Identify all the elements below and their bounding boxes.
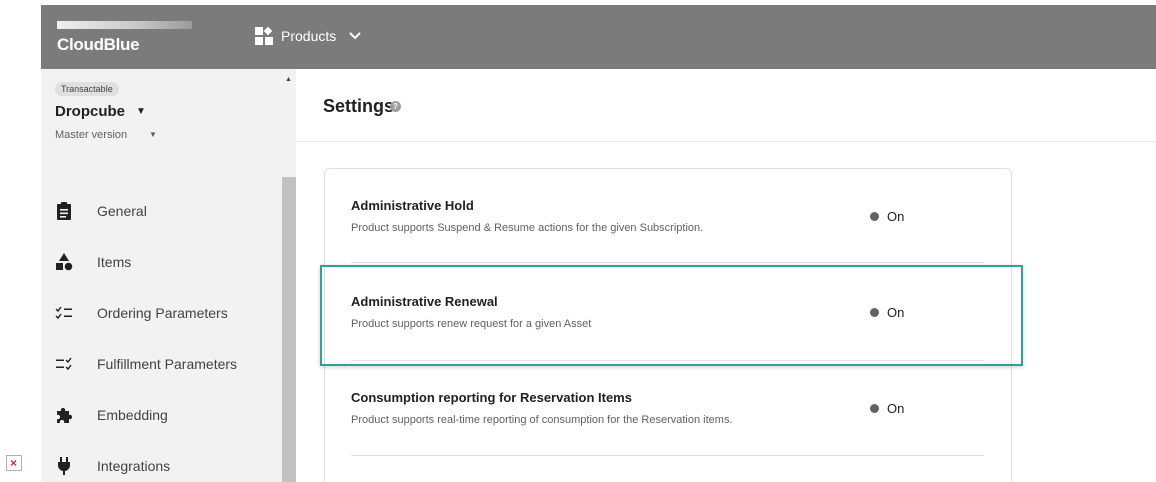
sidebar-item-label: Integrations (97, 458, 171, 474)
version-dropdown-caret-icon[interactable]: ▼ (149, 130, 157, 139)
sidebar-item-integrations[interactable]: Integrations (55, 451, 275, 481)
sidebar-item-general[interactable]: General (55, 196, 275, 226)
checklist-reverse-icon (55, 355, 73, 373)
setting-status-label: On (887, 401, 905, 416)
setting-description: Product supports real-time reporting of … (351, 414, 733, 426)
row-divider (351, 455, 984, 456)
setting-title: Administrative Hold (351, 198, 474, 213)
highlight-box (320, 265, 1023, 366)
sidebar-scrollbar[interactable] (282, 177, 296, 482)
setting-status[interactable]: On (870, 209, 904, 224)
status-dot-icon (870, 404, 879, 413)
puzzle-icon (55, 406, 73, 424)
checklist-icon (55, 304, 73, 322)
sidebar-item-label: Ordering Parameters (97, 305, 228, 321)
setting-status-label: On (887, 209, 905, 224)
sidebar-item-fulfillment-parameters[interactable]: Fulfillment Parameters (55, 349, 275, 379)
top-bar: CloudBlue Products (41, 5, 1156, 69)
page-title: Settings (323, 96, 395, 116)
setting-status[interactable]: On (870, 401, 904, 416)
sidebar-item-items[interactable]: Items (55, 247, 275, 277)
broken-image-icon: × (6, 455, 22, 471)
logo-bar (57, 21, 192, 29)
clipboard-icon (55, 202, 73, 220)
row-divider (351, 262, 984, 263)
setting-title: Consumption reporting for Reservation It… (351, 390, 632, 405)
shapes-icon (55, 253, 73, 271)
sidebar: Transactable Dropcube ▼ Master version ▼… (41, 69, 296, 482)
status-badge: Transactable (55, 82, 119, 96)
logo[interactable]: CloudBlue (57, 35, 140, 55)
sidebar-item-label: Items (97, 254, 132, 270)
header-divider (296, 141, 1156, 142)
sidebar-item-label: Fulfillment Parameters (97, 356, 238, 372)
plug-icon (55, 457, 73, 475)
sidebar-item-label: Embedding (97, 407, 168, 423)
sidebar-item-ordering-parameters[interactable]: Ordering Parameters (55, 298, 275, 328)
sidebar-item-label: General (97, 203, 147, 219)
product-name[interactable]: Dropcube (55, 103, 125, 120)
products-menu-button[interactable]: Products (281, 28, 336, 44)
setting-description: Product supports Suspend & Resume action… (351, 222, 704, 234)
chevron-down-icon[interactable] (349, 30, 361, 44)
grid-icon[interactable] (255, 26, 273, 45)
scroll-up-arrow-icon[interactable]: ▲ (285, 76, 292, 83)
status-dot-icon (870, 212, 879, 221)
product-dropdown-caret-icon[interactable]: ▼ (136, 106, 146, 117)
sidebar-item-embedding[interactable]: Embedding (55, 400, 275, 430)
version-selector[interactable]: Master version (55, 129, 127, 141)
help-icon[interactable]: ? (390, 101, 401, 112)
